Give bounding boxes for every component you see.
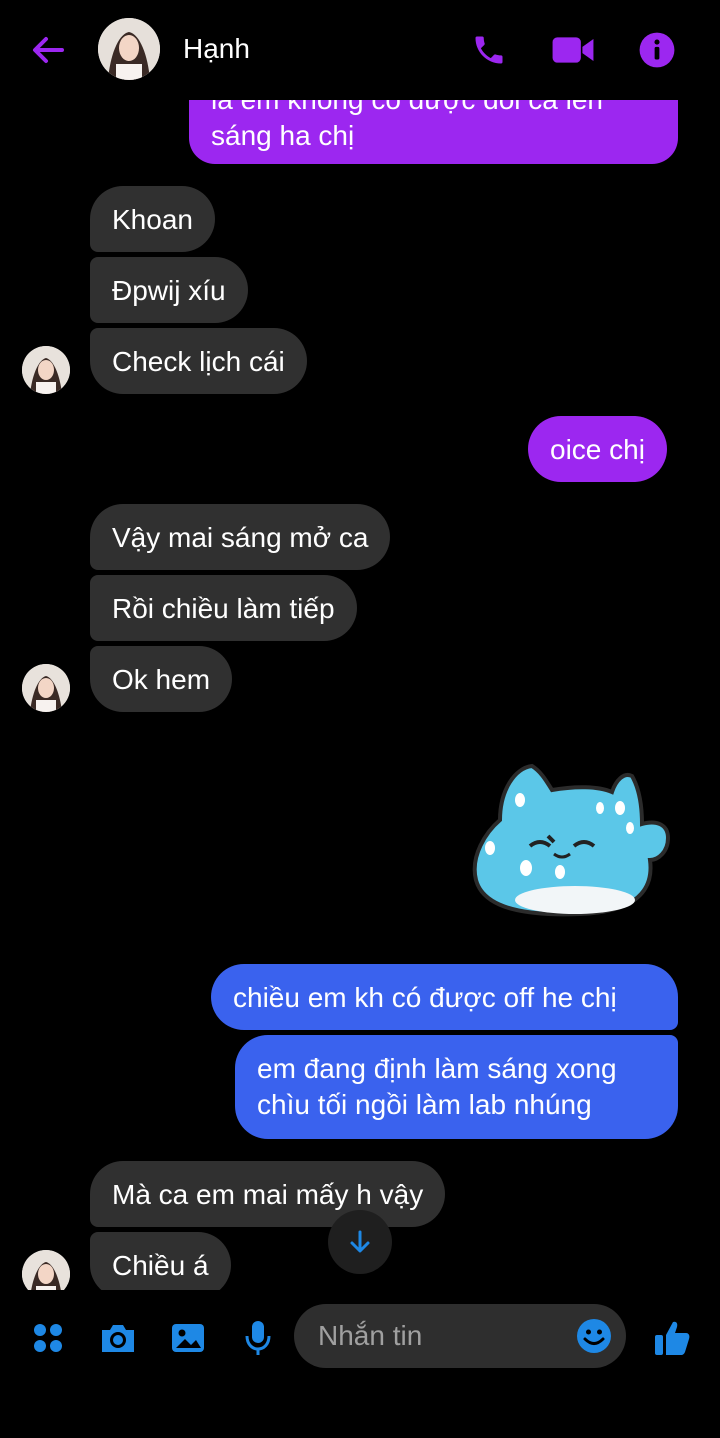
message-bubble-incoming[interactable]: Vậy mai sáng mở ca [90,504,391,570]
conversation-info-button[interactable] [635,28,679,72]
message-text: Rồi chiều làm tiếp [112,593,335,624]
message-bubble-incoming[interactable]: Ok hem [90,646,233,712]
like-icon [655,1321,690,1355]
message-input[interactable] [316,1319,560,1353]
microphone-icon [245,1321,271,1355]
gallery-icon [172,1324,204,1352]
message-bubble-incoming[interactable]: Check lịch cái [90,328,307,394]
message-text: Check lịch cái [112,346,285,377]
blue-cat-sweating-sticker[interactable] [470,760,680,920]
message-bubble-incoming[interactable]: Đpwij xíu [90,257,248,323]
video-camera-icon [552,37,594,63]
contact-avatar[interactable] [22,346,70,394]
emoji-icon[interactable] [576,1318,612,1354]
message-bubble-outgoing[interactable]: chiều em kh có được off he chị [211,964,678,1030]
contact-avatar-large[interactable] [98,18,160,80]
message-bubble-outgoing[interactable]: oice chị [528,416,667,482]
avatar-image [22,346,70,394]
message-text: chìu tối ngồi làm lab nhúng [257,1089,592,1120]
message-text: chiều em kh có được off he chị [233,982,617,1013]
voice-message-button[interactable] [238,1318,278,1358]
gallery-button[interactable] [168,1318,208,1358]
back-button[interactable] [28,30,68,70]
message-text: Đpwij xíu [112,275,226,306]
message-text: Ok hem [112,664,211,695]
arrow-down-icon [350,1230,370,1253]
message-list[interactable]: là em không có được đổi ca lên sáng ha c… [0,0,720,1290]
message-bubble-incoming[interactable]: Rồi chiều làm tiếp [90,575,357,641]
message-input-box[interactable] [294,1304,626,1368]
message-bubble-outgoing[interactable]: em đang định làm sáng xong chìu tối ngồi… [235,1035,678,1139]
info-icon [639,32,675,68]
message-text: oice chị [550,434,645,465]
message-bubble-incoming[interactable]: Khoan [90,186,215,252]
avatar-image [98,18,160,80]
message-bubble-incoming[interactable]: Mà ca em mai mấy h vậy [90,1161,446,1227]
video-call-button[interactable] [551,28,595,72]
message-text: em đang định làm sáng xong [257,1053,617,1084]
apps-button[interactable] [28,1318,68,1358]
voice-call-button[interactable] [467,28,511,72]
camera-icon [102,1325,134,1352]
message-text: Khoan [112,204,193,235]
message-text: Mà ca em mai mấy h vậy [112,1179,424,1210]
avatar-image [22,1250,70,1290]
scroll-to-bottom-button[interactable] [328,1210,392,1274]
apps-icon [34,1324,62,1352]
conversation-header: Hạnh [0,0,720,100]
contact-name[interactable]: Hạnh [183,33,250,65]
contact-avatar[interactable] [22,664,70,712]
message-bubble-incoming[interactable]: Chiều á [90,1232,231,1290]
back-arrow-icon [33,37,64,63]
camera-button[interactable] [98,1318,138,1358]
message-composer [0,1290,720,1438]
phone-icon [475,36,503,64]
message-text: Vậy mai sáng mở ca [112,522,369,553]
message-text: Chiều á [112,1250,209,1281]
avatar-image [22,664,70,712]
like-button[interactable] [652,1318,692,1358]
contact-avatar[interactable] [22,1250,70,1290]
